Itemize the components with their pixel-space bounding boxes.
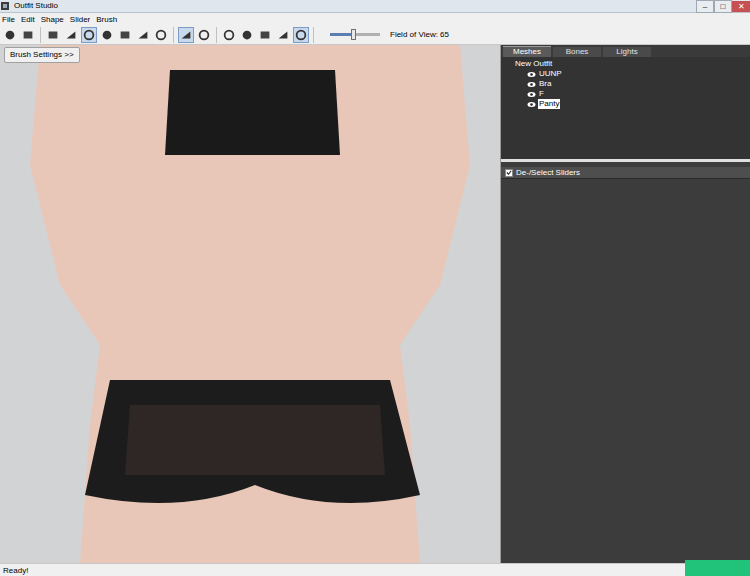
eye-icon [527, 71, 536, 78]
tool-icon [240, 27, 254, 43]
tool-icon [154, 27, 168, 43]
fov-slider[interactable] [330, 33, 380, 36]
tool-icon [100, 27, 114, 43]
tree-item[interactable]: Bra [515, 79, 750, 89]
tool-group [178, 27, 217, 43]
tool-button[interactable] [135, 27, 151, 43]
tab[interactable]: Lights [603, 47, 651, 57]
sliders-header: De-/Select Sliders [501, 167, 750, 179]
viewport: Brush Settings >> [0, 45, 500, 563]
mesh-label: Panty [538, 99, 560, 109]
tool-group [45, 27, 174, 43]
visibility-toggle[interactable] [527, 91, 536, 98]
menu-item[interactable]: Slider [70, 14, 90, 25]
toolbar: Field of View: 65 [0, 25, 750, 45]
tree-item[interactable]: F [515, 89, 750, 99]
tool-icon [258, 27, 272, 43]
fov-fill [330, 33, 353, 36]
sliders-label: De-/Select Sliders [516, 168, 580, 178]
fov-thumb[interactable] [351, 29, 356, 40]
tool-button[interactable] [117, 27, 133, 43]
tool-icon [294, 27, 308, 43]
title-bar: Outfit Studio–□✕ [0, 0, 750, 13]
menu-item[interactable]: File [2, 14, 15, 25]
tool-button[interactable] [2, 27, 18, 43]
tool-group [2, 27, 41, 43]
app-icon [0, 1, 10, 11]
tree-item[interactable]: UUNP [515, 69, 750, 79]
check-icon [506, 169, 512, 176]
tool-icon [82, 27, 96, 43]
window-title: Outfit Studio [14, 0, 696, 12]
meshes-panel: MeshesBonesLightsNew OutfitUUNPBraFPanty [501, 45, 750, 162]
right-panel: MeshesBonesLightsNew OutfitUUNPBraFPanty… [500, 45, 750, 563]
sliders-checkbox[interactable] [505, 169, 513, 177]
tool-icon [64, 27, 78, 43]
tab[interactable]: Meshes [503, 46, 551, 57]
main-area: Brush Settings >>MeshesBonesLightsNew Ou… [0, 45, 750, 563]
status-text: Ready! [3, 565, 28, 576]
tree-item[interactable]: Panty [515, 99, 750, 109]
mesh-label: F [538, 89, 545, 99]
tool-button[interactable] [275, 27, 291, 43]
tool-button[interactable] [20, 27, 36, 43]
tool-button[interactable] [153, 27, 169, 43]
tool-button[interactable] [293, 27, 309, 43]
menu-item[interactable]: Edit [21, 14, 35, 25]
menu-bar: File Edit Shape Slider Brush [0, 13, 750, 25]
tool-button[interactable] [63, 27, 79, 43]
eye-icon [527, 91, 536, 98]
eye-icon [527, 81, 536, 88]
window-control[interactable]: □ [714, 0, 732, 13]
visibility-toggle[interactable] [527, 101, 536, 108]
mesh-label: UUNP [538, 69, 563, 79]
tool-icon [3, 27, 17, 43]
tool-button[interactable] [45, 27, 61, 43]
tool-button[interactable] [178, 27, 194, 43]
tool-group [221, 27, 314, 43]
tool-icon [276, 27, 290, 43]
tool-icon [118, 27, 132, 43]
brush-settings-button[interactable]: Brush Settings >> [4, 47, 80, 63]
tool-icon [21, 27, 35, 43]
overlay-button[interactable] [685, 560, 750, 576]
visibility-toggle[interactable] [527, 71, 536, 78]
tool-button[interactable] [81, 27, 97, 43]
tool-icon [197, 27, 211, 43]
menu-item[interactable]: Brush [96, 14, 117, 25]
tool-button[interactable] [221, 27, 237, 43]
tool-icon [222, 27, 236, 43]
tool-button[interactable] [196, 27, 212, 43]
status-bar: Ready! [0, 563, 750, 576]
eye-icon [527, 101, 536, 108]
sliders-list [501, 179, 750, 563]
tool-icon [136, 27, 150, 43]
tab-bar: MeshesBonesLights [501, 45, 750, 57]
tab[interactable]: Bones [553, 47, 601, 57]
visibility-toggle[interactable] [527, 81, 536, 88]
menu-item[interactable]: Shape [41, 14, 64, 25]
tree-root[interactable]: New Outfit [515, 59, 750, 69]
tool-button[interactable] [99, 27, 115, 43]
viewport-render [0, 45, 500, 563]
tool-button[interactable] [239, 27, 255, 43]
window-control[interactable]: – [696, 0, 714, 13]
tool-icon [179, 27, 193, 43]
fov-label: Field of View: 65 [390, 29, 449, 40]
mesh-tree: New OutfitUUNPBraFPanty [501, 57, 750, 109]
tool-button[interactable] [257, 27, 273, 43]
window-control[interactable]: ✕ [732, 1, 750, 12]
mesh-label: Bra [538, 79, 552, 89]
tool-icon [46, 27, 60, 43]
